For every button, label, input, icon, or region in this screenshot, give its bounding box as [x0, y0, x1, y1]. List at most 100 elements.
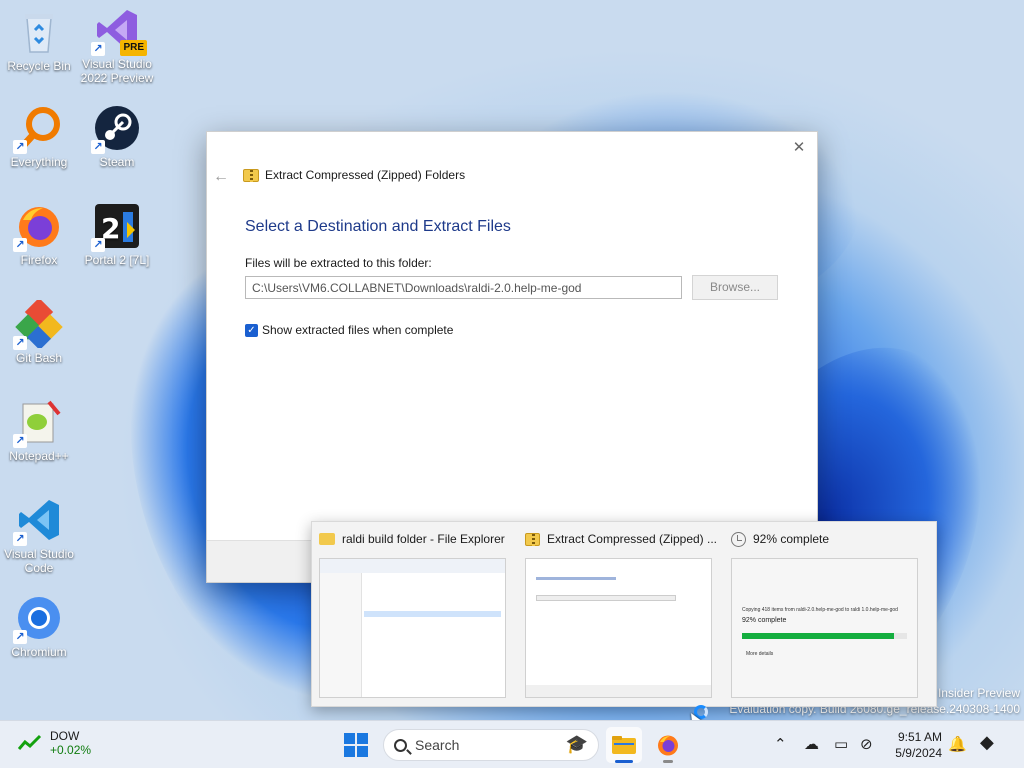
- folder-icon: [319, 533, 335, 545]
- taskbar-file-explorer[interactable]: [606, 727, 642, 763]
- shortcut-arrow-icon: ↗: [13, 434, 27, 448]
- start-button[interactable]: [344, 733, 368, 757]
- cloud-offline-icon[interactable]: ☁: [804, 735, 819, 753]
- steam-icon: ↗: [91, 104, 141, 154]
- thumb-copy-text: Copying 418 items from raldi-2.0.help-me…: [742, 607, 898, 613]
- preview-header: raldi build folder - File Explorer: [319, 528, 511, 550]
- dialog-heading: Select a Destination and Extract Files: [245, 218, 511, 235]
- desktop-icon-label: Visual Studio Code: [4, 547, 74, 575]
- stock-widget[interactable]: DOW +0.02%: [18, 729, 91, 757]
- ticker-name: DOW: [50, 729, 80, 743]
- search-icon: [394, 738, 407, 752]
- network-icon[interactable]: ⊘: [860, 735, 873, 753]
- desktop-icon-portal-2[interactable]: 2 ↗ Portal 2 [7L]: [78, 202, 156, 267]
- thumb-more-details: More details: [746, 651, 774, 657]
- ticker-change: +0.02%: [50, 743, 92, 757]
- stock-up-icon: [18, 734, 42, 750]
- search-placeholder: Search: [415, 737, 460, 753]
- desktop-icon-visual-studio-2022[interactable]: PRE ↗ Visual Studio 2022 Preview: [78, 6, 156, 85]
- close-button[interactable]: ✕: [789, 138, 809, 158]
- desktop-icon-label: Recycle Bin: [7, 59, 71, 73]
- active-indicator: [615, 760, 633, 763]
- show-files-label: Show extracted files when complete: [262, 323, 454, 337]
- shortcut-arrow-icon: ↗: [13, 630, 27, 644]
- shortcut-arrow-icon: ↗: [91, 140, 105, 154]
- thumb-footer: [526, 685, 711, 697]
- zipped-folder-icon: [525, 532, 540, 546]
- desktop-icon-label: Chromium: [11, 645, 67, 659]
- extract-dialog: ✕ ← Extract Compressed (Zipped) Folders …: [206, 131, 818, 583]
- desktop-icon-steam[interactable]: ↗ Steam: [78, 104, 156, 169]
- visual-studio-icon: PRE ↗: [91, 6, 147, 56]
- notepad-plus-plus-icon: ↗: [13, 398, 63, 448]
- clock-time: 9:51 AM: [897, 730, 942, 744]
- dialog-title-row: Extract Compressed (Zipped) Folders: [243, 168, 465, 182]
- thumb-line: [536, 577, 616, 580]
- preview-header: Extract Compressed (Zipped) ...: [525, 528, 717, 550]
- desktop-icon-notepad-plus-plus[interactable]: ↗ Notepad++: [0, 398, 78, 463]
- zipped-folder-icon: [243, 168, 259, 182]
- desktop-icon-label: Steam: [99, 155, 135, 169]
- desktop-icon-visual-studio-code[interactable]: ↗ Visual Studio Code: [0, 496, 78, 575]
- progress-bar-fill: [742, 633, 894, 639]
- desktop-icon-recycle-bin[interactable]: Recycle Bin: [0, 8, 78, 73]
- preview-title: raldi build folder - File Explorer: [342, 532, 505, 546]
- show-files-option[interactable]: ✓ Show extracted files when complete: [245, 323, 453, 337]
- desktop-icon-label: Portal 2 [7L]: [84, 253, 150, 267]
- taskbar-search-box[interactable]: Search 🎓: [383, 729, 599, 761]
- thumb-sidebar: [320, 573, 362, 697]
- desktop-icon-label: Visual Studio 2022 Preview: [80, 57, 154, 85]
- preview-file-explorer[interactable]: raldi build folder - File Explorer: [312, 522, 518, 706]
- taskbar-firefox[interactable]: [650, 727, 686, 763]
- show-files-checkbox[interactable]: ✓: [245, 323, 258, 337]
- back-arrow-icon[interactable]: ←: [213, 168, 229, 186]
- everything-search-icon: ↗: [13, 104, 63, 154]
- shortcut-arrow-icon: ↗: [13, 532, 27, 546]
- windows-logo-tile: [357, 733, 368, 744]
- preview-title: 92% complete: [753, 532, 830, 546]
- shortcut-arrow-icon: ↗: [13, 140, 27, 154]
- windows-logo-tile: [344, 733, 355, 744]
- system-clock[interactable]: 9:51 AM 5/9/2024: [890, 729, 942, 761]
- graduation-cap-icon: 🎓: [565, 734, 588, 754]
- dialog-title: Extract Compressed (Zipped) Folders: [265, 168, 466, 182]
- chevron-up-icon[interactable]: ⌃: [774, 735, 787, 753]
- windows-logo-tile: [344, 746, 355, 757]
- clock-icon: [731, 531, 746, 547]
- browse-button[interactable]: Browse...: [692, 275, 778, 300]
- desktop-icon-label: Everything: [10, 155, 68, 169]
- preview-thumbnail: Copying 418 items from raldi-2.0.help-me…: [731, 558, 918, 698]
- running-indicator: [663, 760, 673, 763]
- clock-date: 5/9/2024: [895, 746, 942, 760]
- portal-2-icon: 2 ↗: [91, 202, 141, 252]
- display-icon[interactable]: ▭: [834, 735, 848, 753]
- desktop-icon-git-bash[interactable]: ↗ Git Bash: [0, 297, 78, 365]
- taskbar-preview-flyout: raldi build folder - File Explorer Extra…: [311, 521, 937, 707]
- desktop-icon-label: Git Bash: [15, 351, 63, 365]
- windows-logo-tile: [357, 746, 368, 757]
- firefox-icon: [658, 735, 678, 756]
- taskbar: DOW +0.02% Search 🎓 ⌃ ☁ ▭ ⊘ 9:51 AM 5/9/…: [0, 720, 1024, 768]
- desktop-icon-chromium[interactable]: ↗ Chromium: [0, 594, 78, 659]
- file-explorer-icon: [612, 736, 636, 754]
- git-bash-icon: ↗: [13, 297, 63, 351]
- desktop-icon-firefox[interactable]: ↗ Firefox: [0, 202, 78, 267]
- desktop-icon-label: Notepad++: [9, 449, 69, 463]
- recycle-bin-icon: [15, 8, 63, 56]
- destination-path-input[interactable]: C:\Users\VM6.COLLABNET\Downloads\raldi-2…: [245, 276, 682, 299]
- notification-bell-icon[interactable]: 🔔: [948, 735, 967, 753]
- shortcut-arrow-icon: ↗: [91, 42, 105, 56]
- preview-copy-progress[interactable]: 92% complete Copying 418 items from rald…: [724, 522, 930, 706]
- desktop-icon-everything[interactable]: ↗ Everything: [0, 104, 78, 169]
- destination-label: Files will be extracted to this folder:: [245, 256, 432, 270]
- copilot-icon[interactable]: ◆: [980, 732, 994, 753]
- preview-thumbnail: [525, 558, 712, 698]
- thumb-selected-row: [364, 611, 501, 617]
- firefox-icon: ↗: [13, 202, 63, 252]
- vscode-icon: ↗: [13, 496, 63, 546]
- progress-bar: [742, 633, 907, 639]
- preview-badge: PRE: [120, 40, 147, 56]
- chromium-icon: ↗: [13, 594, 63, 644]
- preview-header: 92% complete: [731, 528, 923, 550]
- preview-extract-dialog[interactable]: Extract Compressed (Zipped) ...: [518, 522, 724, 706]
